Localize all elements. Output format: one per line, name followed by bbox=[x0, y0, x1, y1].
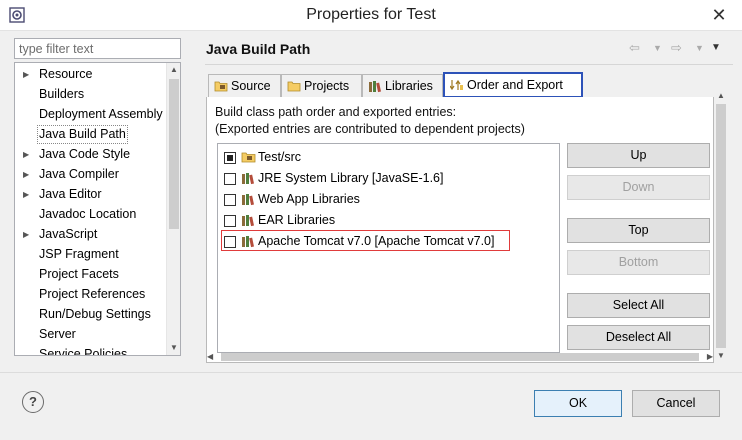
scroll-down-icon[interactable]: ▼ bbox=[714, 349, 728, 363]
up-button[interactable]: Up bbox=[567, 143, 710, 168]
window-title: Properties for Test bbox=[306, 6, 436, 23]
forward-arrow-icon[interactable]: ⇨ bbox=[671, 40, 682, 56]
properties-tree: ▶ Resource Builders Deployment Assembly … bbox=[14, 62, 181, 356]
projects-icon bbox=[287, 81, 301, 92]
scroll-thumb[interactable] bbox=[169, 79, 179, 229]
order-export-panel: Build class path order and exported entr… bbox=[206, 97, 714, 363]
select-all-button[interactable]: Select All bbox=[567, 293, 710, 318]
filter-input[interactable] bbox=[14, 38, 181, 59]
deselect-all-button[interactable]: Deselect All bbox=[567, 325, 710, 350]
scroll-right-icon[interactable]: ▶ bbox=[701, 351, 713, 363]
scroll-thumb[interactable] bbox=[716, 104, 726, 348]
export-checkbox[interactable] bbox=[224, 236, 236, 248]
library-icon bbox=[242, 173, 254, 185]
description-line-2: (Exported entries are contributed to dep… bbox=[215, 122, 525, 136]
help-button[interactable]: ? bbox=[22, 391, 44, 413]
scroll-left-icon[interactable]: ◀ bbox=[207, 351, 219, 363]
down-button[interactable]: Down bbox=[567, 175, 710, 200]
panel-horizontal-scrollbar[interactable]: ◀ ▶ bbox=[207, 351, 713, 363]
scroll-up-icon[interactable]: ▲ bbox=[714, 89, 728, 103]
back-arrow-icon[interactable]: ⇦ bbox=[629, 40, 640, 56]
export-checkbox[interactable] bbox=[224, 194, 236, 206]
ok-button[interactable]: OK bbox=[534, 390, 622, 417]
tab-libraries[interactable]: Libraries bbox=[362, 74, 443, 97]
tab-source[interactable]: Source bbox=[208, 74, 281, 97]
library-icon bbox=[242, 194, 254, 206]
folder-source-icon bbox=[214, 81, 228, 92]
view-menu-icon[interactable]: ▼ bbox=[711, 42, 721, 53]
expand-arrow-icon[interactable]: ▶ bbox=[23, 145, 29, 164]
expand-arrow-icon[interactable]: ▶ bbox=[23, 165, 29, 184]
back-menu-chevron-icon[interactable]: ▼ bbox=[653, 43, 662, 53]
forward-menu-chevron-icon[interactable]: ▼ bbox=[695, 43, 704, 53]
scroll-thumb[interactable] bbox=[221, 353, 699, 361]
tab-order-and-export[interactable]: Order and Export bbox=[443, 72, 583, 98]
list-item[interactable]: Apache Tomcat v7.0 [Apache Tomcat v7.0] bbox=[221, 230, 510, 251]
close-button[interactable]: ✕ bbox=[708, 4, 730, 26]
tab-projects[interactable]: Projects bbox=[281, 74, 362, 97]
page-title: Java Build Path bbox=[206, 41, 311, 57]
export-checkbox[interactable] bbox=[224, 215, 236, 227]
top-button[interactable]: Top bbox=[567, 218, 710, 243]
title-bar: Properties for Test ✕ bbox=[0, 0, 742, 31]
list-item[interactable]: Web App Libraries bbox=[222, 189, 422, 209]
classpath-entries-list: Test/src JRE System Library [JavaSE-1.6]… bbox=[217, 143, 560, 353]
expand-arrow-icon[interactable]: ▶ bbox=[23, 185, 29, 204]
export-checkbox[interactable] bbox=[224, 173, 236, 185]
scroll-up-icon[interactable]: ▲ bbox=[167, 63, 180, 77]
scroll-down-icon[interactable]: ▼ bbox=[167, 341, 180, 355]
description-line-1: Build class path order and exported entr… bbox=[215, 105, 457, 119]
library-icon bbox=[242, 215, 254, 227]
header-divider bbox=[205, 64, 733, 65]
bottom-button[interactable]: Bottom bbox=[567, 250, 710, 275]
list-item[interactable]: EAR Libraries bbox=[222, 210, 422, 230]
order-export-icon bbox=[450, 79, 463, 91]
list-item[interactable]: Test/src bbox=[222, 147, 422, 167]
expand-arrow-icon[interactable]: ▶ bbox=[23, 65, 29, 84]
expand-arrow-icon[interactable]: ▶ bbox=[23, 225, 29, 244]
source-folder-icon bbox=[241, 152, 256, 163]
cancel-button[interactable]: Cancel bbox=[632, 390, 720, 417]
export-checkbox[interactable] bbox=[224, 152, 236, 164]
list-item[interactable]: JRE System Library [JavaSE-1.6] bbox=[222, 168, 462, 188]
library-icon bbox=[242, 236, 254, 248]
panel-vertical-scrollbar[interactable]: ▲ ▼ bbox=[714, 89, 728, 363]
libraries-icon bbox=[369, 81, 381, 93]
footer-divider bbox=[0, 372, 742, 373]
tree-scrollbar[interactable]: ▲ ▼ bbox=[166, 63, 180, 355]
